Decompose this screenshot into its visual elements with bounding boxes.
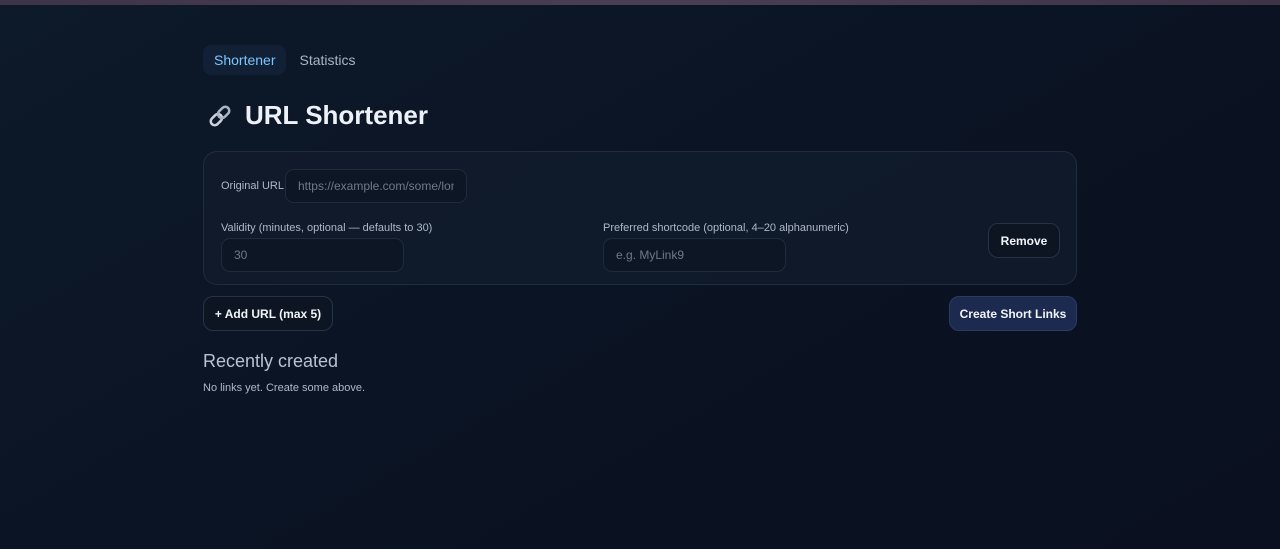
- recent-empty-message: No links yet. Create some above.: [203, 382, 366, 394]
- create-short-links-button[interactable]: Create Short Links: [949, 296, 1077, 331]
- top-border-strip: [0, 0, 1280, 5]
- shortcode-field: Preferred shortcode (optional, 4–20 alph…: [603, 218, 849, 272]
- original-url-input[interactable]: [284, 169, 467, 203]
- url-entry-card: Original URL Validity (minutes, optional…: [203, 151, 1077, 285]
- original-url-label: Original URL: [221, 180, 284, 192]
- original-url-row: Original URL: [221, 169, 467, 203]
- validity-input[interactable]: [221, 238, 404, 272]
- validity-field: Validity (minutes, optional — defaults t…: [221, 218, 432, 272]
- recently-created-heading: Recently created: [203, 351, 339, 371]
- add-url-button[interactable]: + Add URL (max 5): [203, 296, 333, 331]
- link-icon: [206, 102, 234, 130]
- validity-label: Validity (minutes, optional — defaults t…: [221, 222, 433, 234]
- shortcode-input[interactable]: [603, 238, 786, 272]
- shortcode-label: Preferred shortcode (optional, 4–20 alph…: [603, 222, 849, 234]
- tab-shortener[interactable]: Shortener: [203, 45, 287, 75]
- page-title: URL Shortener: [206, 100, 428, 131]
- page-title-text: URL Shortener: [245, 100, 428, 130]
- tab-statistics[interactable]: Statistics: [288, 45, 366, 75]
- main-tabs: Shortener Statistics: [203, 45, 367, 75]
- remove-button[interactable]: Remove: [988, 223, 1060, 258]
